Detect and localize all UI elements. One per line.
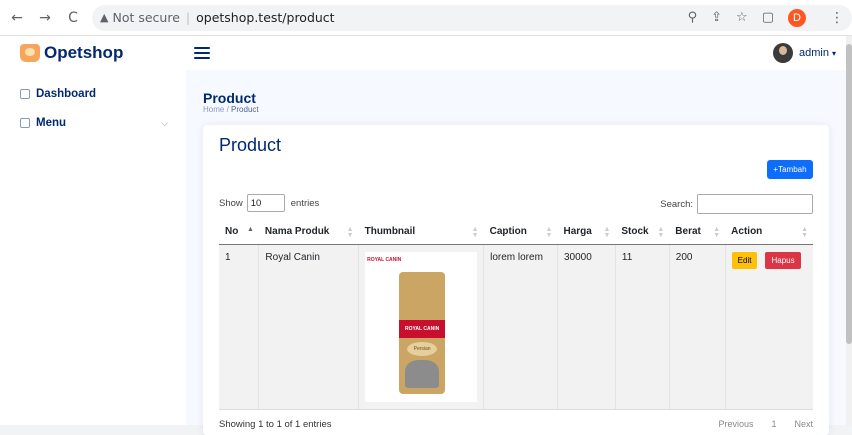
column-header-berat[interactable]: Berat ▲ ▼ [669, 220, 726, 245]
search-label: Search: [660, 198, 693, 210]
grid-icon [20, 89, 30, 99]
brand-logo-icon [20, 44, 40, 62]
sort-icon: ▲ ▼ [471, 226, 479, 239]
sidebar-item-label: Dashboard [36, 88, 97, 100]
user-name: admin [799, 47, 829, 59]
add-product-button[interactable]: +Tambah [767, 160, 813, 179]
chevron-down-icon: ⌵ [161, 117, 168, 128]
cell-nama-produk: Royal Canin [258, 244, 360, 410]
breadcrumb: Home / Product [203, 105, 259, 114]
sort-icon: ▲ ▼ [713, 226, 721, 239]
sidebar-item-menu[interactable]: Menu ⌵ [0, 111, 186, 135]
app-header: Opetshop admin ▾ [0, 36, 852, 70]
pager-page[interactable]: 1 [771, 419, 776, 429]
page-title: Product [203, 90, 256, 106]
address-bar[interactable]: ▲ Not secure | opetshop.test/product ⚲ ⇪… [92, 4, 852, 31]
sort-icon: ▲ ▼ [657, 226, 665, 239]
omnibox-actions: ⚲ ⇪ ☆ ▢ D ⋮ [688, 8, 844, 27]
page-scrollbar-thumb[interactable] [846, 44, 852, 344]
table-header-row: No ▲ Nama Produk ▲ ▼ Thumbnail ▲ ▼ Caption ▲ ▼ … [219, 220, 813, 245]
bag-brand-band: ROYAL CANIN [399, 319, 446, 338]
show-label: Show [219, 197, 243, 209]
security-status: Not secure [112, 10, 180, 25]
browser-menu-icon[interactable]: ⋮ [830, 10, 844, 26]
card-title: Product [219, 135, 282, 155]
user-dropdown[interactable]: admin ▾ [773, 43, 852, 63]
pagination: Previous 1 Next [718, 419, 813, 429]
sidebar: Dashboard Menu ⌵ [0, 70, 186, 425]
table-search: Search: [660, 194, 813, 214]
pager-previous[interactable]: Previous [718, 419, 753, 429]
cell-thumbnail: ROYAL CANIN ROYAL CANIN Persian [358, 244, 485, 410]
column-header-no[interactable]: No ▲ [219, 220, 259, 245]
column-header-harga[interactable]: Harga ▲ ▼ [557, 220, 616, 245]
product-thumbnail-image: ROYAL CANIN ROYAL CANIN Persian [365, 251, 478, 402]
cell-stock: 11 [615, 244, 670, 410]
column-header-action[interactable]: Action ▲ ▼ [725, 220, 813, 245]
chevron-down-icon: ▾ [831, 48, 836, 58]
sort-icon: ▲ ▼ [603, 226, 611, 239]
brand-name: Opetshop [44, 43, 124, 62]
warning-icon: ▲ [100, 11, 109, 24]
product-card: Product +Tambah Show 10 entries Search: … [203, 125, 829, 435]
sidebar-item-dashboard[interactable]: Dashboard [0, 82, 186, 106]
back-icon[interactable]: ← [6, 7, 28, 29]
sidebar-item-label: Menu [36, 117, 67, 129]
product-table: No ▲ Nama Produk ▲ ▼ Thumbnail ▲ ▼ Caption ▲ ▼ … [219, 220, 813, 410]
column-header-thumbnail[interactable]: Thumbnail ▲ ▼ [358, 220, 484, 245]
search-input[interactable] [697, 194, 813, 214]
product-bag: ROYAL CANIN Persian [399, 271, 446, 394]
table-row: 1 Royal Canin ROYAL CANIN ROYAL CANIN Pe… [219, 244, 813, 410]
profile-avatar[interactable]: D [788, 8, 806, 27]
sort-icon: ▲ ▼ [545, 226, 553, 239]
address-url[interactable]: opetshop.test/product [196, 10, 334, 25]
cat-picture [405, 359, 440, 388]
zoom-icon[interactable]: ⚲ [688, 10, 698, 25]
delete-button[interactable]: Hapus [765, 251, 801, 269]
brand-logo-text: ROYAL CANIN [367, 256, 402, 263]
edit-button[interactable]: Edit [731, 251, 758, 269]
sort-asc-icon: ▲ [246, 226, 254, 233]
sort-icon: ▲ ▼ [801, 226, 808, 239]
brand-logo-link[interactable]: Opetshop [0, 43, 186, 63]
entries-length-control: Show 10 entries [219, 194, 319, 212]
user-avatar [773, 43, 794, 63]
menu-icon [20, 118, 30, 128]
address-separator: | [185, 10, 191, 25]
breadcrumb-home[interactable]: Home [203, 105, 224, 114]
main-content: Product Home / Product Product +Tambah S… [186, 70, 852, 435]
bookmark-star-icon[interactable]: ☆ [736, 10, 748, 25]
entries-select[interactable]: 10 [246, 194, 285, 212]
column-header-caption[interactable]: Caption ▲ ▼ [483, 220, 558, 245]
column-header-stock[interactable]: Stock ▲ ▼ [615, 220, 670, 245]
breadcrumb-current: Product [231, 105, 259, 114]
cell-action: Edit Hapus [725, 244, 813, 410]
column-header-nama[interactable]: Nama Produk ▲ ▼ [258, 220, 359, 245]
share-icon[interactable]: ⇪ [711, 10, 722, 25]
reload-icon[interactable]: C [62, 7, 84, 29]
hamburger-menu-icon[interactable] [194, 47, 210, 59]
sidepanel-icon[interactable]: ▢ [762, 10, 774, 25]
pager-next[interactable]: Next [794, 419, 813, 429]
cell-berat: 200 [669, 244, 726, 410]
entries-label: entries [290, 197, 320, 209]
cell-caption: lorem lorem [483, 244, 558, 410]
cell-harga: 30000 [557, 244, 616, 410]
bag-variant-label: Persian [407, 341, 438, 356]
browser-toolbar: ← → C ▲ Not secure | opetshop.test/produ… [0, 0, 852, 36]
sort-icon: ▲ ▼ [346, 226, 354, 239]
breadcrumb-separator: / [226, 105, 229, 114]
cell-no: 1 [219, 244, 260, 410]
forward-icon[interactable]: → [34, 7, 56, 29]
